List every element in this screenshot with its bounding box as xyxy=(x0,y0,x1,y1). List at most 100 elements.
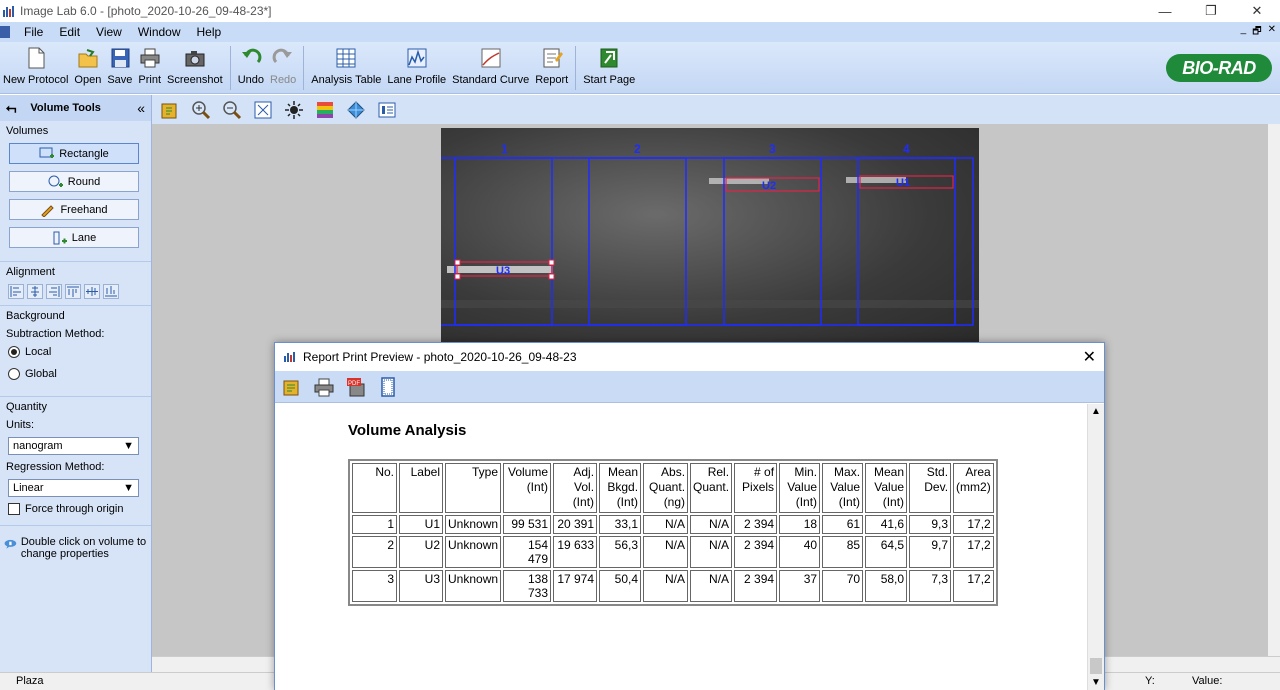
dropdown-arrow-icon: ▼ xyxy=(123,482,134,494)
dialog-close-button[interactable]: ✕ xyxy=(1083,347,1096,367)
lane-label: 3 xyxy=(769,142,776,156)
report-icon xyxy=(543,48,563,68)
table-row: 1 U1 Unknown 99 531 20 391 33,1 N/A N/A … xyxy=(352,515,994,534)
window-controls: — ❐ ✕ xyxy=(1142,0,1280,22)
collapse-panel-button[interactable]: « xyxy=(137,100,145,116)
report-page: Volume Analysis No. Label Type Volume (I… xyxy=(275,404,1087,690)
toolbar-separator xyxy=(303,46,305,90)
align-center-icon[interactable] xyxy=(27,284,43,299)
document-icon[interactable] xyxy=(0,26,10,38)
mdi-close-button[interactable]: ✕ xyxy=(1268,24,1276,41)
app-icon xyxy=(3,6,14,17)
undo-button[interactable]: Undo xyxy=(235,42,267,92)
page-view-icon[interactable] xyxy=(375,375,401,399)
align-right-icon[interactable] xyxy=(46,284,62,299)
volumes-section-title: Volumes xyxy=(6,125,49,137)
table-cell: 18 xyxy=(779,515,821,534)
zoom-out-icon[interactable] xyxy=(220,99,244,121)
menu-help[interactable]: Help xyxy=(189,25,230,39)
standard-curve-button[interactable]: Standard Curve xyxy=(449,42,532,92)
radio-unselected-icon xyxy=(8,368,20,380)
scroll-down-icon[interactable]: ▼ xyxy=(1091,677,1101,688)
redo-button[interactable]: Redo xyxy=(267,42,299,92)
align-bottom-icon[interactable] xyxy=(103,284,119,299)
status-value-label: Value: xyxy=(1192,675,1223,687)
freehand-volume-button[interactable]: Freehand xyxy=(9,199,139,220)
lane-profile-button[interactable]: Lane Profile xyxy=(384,42,449,92)
scroll-up-icon[interactable]: ▲ xyxy=(1091,406,1101,417)
minimize-button[interactable]: — xyxy=(1142,0,1188,22)
align-top-icon[interactable] xyxy=(65,284,81,299)
menu-view[interactable]: View xyxy=(88,25,130,39)
table-cell: 7,3 xyxy=(909,570,952,602)
mdi-restore-button[interactable]: 🗗 xyxy=(1252,24,1261,41)
scroll-thumb[interactable] xyxy=(1090,658,1102,674)
folder-icon xyxy=(78,49,98,68)
background-section: Background Subtraction Method: Local Glo… xyxy=(0,306,151,397)
pdf-export-icon[interactable]: PDF xyxy=(343,375,369,399)
lane-label: 2 xyxy=(634,142,641,156)
align-middle-icon[interactable] xyxy=(84,284,100,299)
floppy-icon xyxy=(111,48,130,68)
image-tools-icon[interactable] xyxy=(158,99,182,121)
zoom-in-icon[interactable] xyxy=(189,99,213,121)
bio-rad-logo: BIO-RAD xyxy=(1166,54,1272,82)
image-info-icon[interactable] xyxy=(375,99,399,121)
printer-icon[interactable] xyxy=(311,375,337,399)
table-cell: 99 531 xyxy=(503,515,552,534)
image-toolbar xyxy=(152,95,1280,124)
volumes-section: Volumes Rectangle Round Freehand Lane xyxy=(0,121,151,262)
table-cell: 40 xyxy=(779,536,821,568)
radio-selected-icon xyxy=(8,346,20,358)
close-window-button[interactable]: ✕ xyxy=(1234,0,1280,22)
toolbar-separator xyxy=(575,46,577,90)
rectangle-volume-button[interactable]: Rectangle xyxy=(9,143,139,164)
back-arrow-icon[interactable]: ⮢ xyxy=(6,100,16,116)
menu-file[interactable]: File xyxy=(16,25,51,39)
dialog-vertical-scrollbar[interactable]: ▲ ▼ xyxy=(1087,404,1104,690)
screenshot-button[interactable]: Screenshot xyxy=(164,42,226,92)
restore-button[interactable]: ❐ xyxy=(1188,0,1234,22)
report-title: Volume Analysis xyxy=(348,422,467,439)
lane-tool-icon xyxy=(53,231,67,244)
save-button[interactable]: Save xyxy=(104,42,135,92)
report-button[interactable]: Report xyxy=(532,42,571,92)
analysis-table-button[interactable]: Analysis Table xyxy=(308,42,384,92)
vertical-scrollbar[interactable] xyxy=(1268,124,1280,656)
menu-edit[interactable]: Edit xyxy=(51,25,88,39)
open-button[interactable]: Open xyxy=(71,42,104,92)
mdi-minimize-button[interactable]: _ xyxy=(1241,24,1247,41)
menu-window[interactable]: Window xyxy=(130,25,189,39)
lane-volume-button[interactable]: Lane xyxy=(9,227,139,248)
force-origin-checkbox[interactable]: Force through origin xyxy=(8,503,145,515)
local-radio[interactable]: Local xyxy=(8,346,145,358)
status-y-label: Y: xyxy=(1145,675,1155,687)
color-palette-icon[interactable] xyxy=(313,99,337,121)
start-page-button[interactable]: Start Page xyxy=(580,42,638,92)
gel-image[interactable]: 1 2 3 4 U3 U2 U1 xyxy=(441,128,979,344)
quantity-section: Quantity Units: nanogram ▼ Regression Me… xyxy=(0,397,151,526)
column-header: Std. Dev. xyxy=(909,463,952,513)
table-cell: N/A xyxy=(643,515,689,534)
brightness-icon[interactable] xyxy=(282,99,306,121)
fit-to-window-icon[interactable] xyxy=(251,99,275,121)
column-header: Rel. Quant. xyxy=(690,463,733,513)
new-protocol-button[interactable]: New Protocol xyxy=(0,42,71,92)
column-header: Mean Value (Int) xyxy=(865,463,908,513)
print-button[interactable]: Print xyxy=(135,42,164,92)
regression-select[interactable]: Linear ▼ xyxy=(8,479,139,497)
table-cell: 85 xyxy=(822,536,864,568)
round-volume-button[interactable]: Round xyxy=(9,171,139,192)
3d-view-icon[interactable] xyxy=(344,99,368,121)
table-cell: N/A xyxy=(690,515,733,534)
global-radio[interactable]: Global xyxy=(8,368,145,380)
page-setup-icon[interactable] xyxy=(279,375,305,399)
column-header: Area (mm2) xyxy=(953,463,994,513)
units-select[interactable]: nanogram ▼ xyxy=(8,437,139,455)
align-left-icon[interactable] xyxy=(8,284,24,299)
table-cell: 58,0 xyxy=(865,570,908,602)
panel-title: Volume Tools xyxy=(30,102,101,114)
info-bubble-icon xyxy=(4,539,17,549)
column-header: Min. Value (Int) xyxy=(779,463,821,513)
table-cell: 9,7 xyxy=(909,536,952,568)
